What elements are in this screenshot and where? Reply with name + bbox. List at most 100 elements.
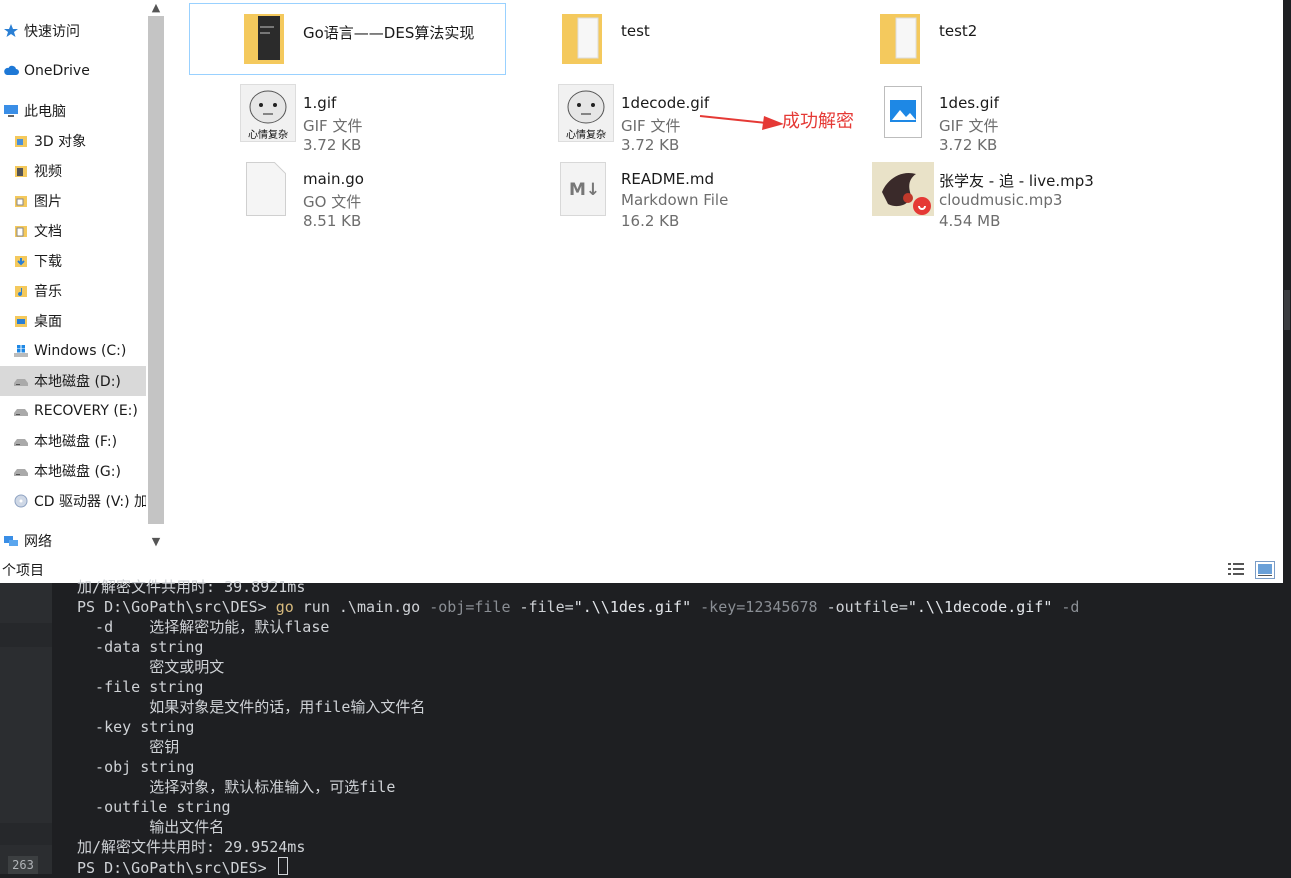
file-item-readme-md[interactable]: M↓ README.md Markdown File 16.2 KB [508,152,823,230]
file-type: GIF 文件 [621,117,681,135]
file-name: test2 [939,22,978,40]
nav-videos[interactable]: 视频 [0,156,146,186]
nav-music[interactable]: 音乐 [0,276,146,306]
command-keyword: go [275,598,294,616]
terminal-prompt: PS D:\GoPath\src\DES> [77,598,276,616]
command-text: run .\main.go [293,598,430,616]
file-name: 1des.gif [939,94,999,112]
terminal-gutter: 263 [0,583,52,874]
file-name: test [621,22,650,40]
file-size: 4.54 MB [939,212,1001,230]
terminal-line: -obj string [77,758,195,776]
windows-drive-icon [14,345,28,357]
line-number-badge: 263 [8,856,38,874]
nav-desktop[interactable]: 桌面 [0,306,146,336]
file-item-main-go[interactable]: main.go GO 文件 8.51 KB [190,152,505,230]
file-type: cloudmusic.mp3 [939,191,1063,209]
picture-folder-icon [15,196,27,207]
nav-drive-c[interactable]: Windows (C:) [0,336,146,366]
file-item-1-gif[interactable]: 心情复杂 1.gif GIF 文件 3.72 KB [190,76,505,154]
terminal-line: 密文或明文 [77,658,225,676]
terminal-command-line: PS D:\GoPath\src\DES> go run .\main.go -… [77,597,1079,617]
nav-label: 音乐 [34,284,62,300]
music-folder-icon [15,286,27,297]
folder-icon [244,14,284,64]
chevron-up-icon[interactable]: ▲ [148,0,164,16]
nav-label: CD 驱动器 (V:) 加 [34,494,146,510]
star-icon [4,24,18,37]
file-item-mp3[interactable]: 张学友 - 追 - live.mp3 cloudmusic.mp3 4.54 M… [826,152,1141,230]
file-item-1des-gif[interactable]: 1des.gif GIF 文件 3.72 KB [826,76,1141,154]
terminal-prompt-line[interactable]: PS D:\GoPath\src\DES> [77,857,288,877]
nav-onedrive[interactable]: OneDrive [0,56,146,86]
nav-label: 本地磁盘 (G:) [34,464,121,480]
nav-this-pc[interactable]: 此电脑 [0,96,146,126]
nav-drive-f[interactable]: 本地磁盘 (F:) [0,426,146,456]
terminal-line: -d 选择解密功能，默认flase [77,618,330,636]
file-size: 8.51 KB [303,212,362,230]
drive-icon [14,409,28,416]
drive-icon [14,379,28,386]
file-type: Markdown File [621,191,729,209]
drive-icon [14,439,28,446]
nav-label: OneDrive [24,63,90,79]
nav-documents[interactable]: 文档 [0,216,146,246]
terminal-line: 密钥 [77,738,180,756]
navigation-pane: 快速访问 OneDrive 此电脑 3D 对象 视频 图片 文档 下载 音乐 桌… [0,0,146,556]
nav-label: 桌面 [34,314,62,330]
details-view-icon[interactable] [1227,561,1245,577]
tiles-view-icon[interactable] [1255,561,1275,579]
file-list: Go语言——DES算法实现 test test2 心情复杂 1.gif GIF … [166,0,1283,556]
nav-label: 快速访问 [24,24,80,40]
terminal-line: -file string [77,678,204,696]
file-name: Go语言——DES算法实现 [303,24,475,42]
meme-caption: 心情复杂 [248,130,288,141]
file-name: main.go [303,170,364,188]
file-type: GO 文件 [303,193,362,211]
nav-3d-objects[interactable]: 3D 对象 [0,126,146,156]
file-item-folder-test2[interactable]: test2 [826,4,1141,74]
scrollbar-thumb[interactable] [148,16,164,524]
nav-network[interactable]: 网络 [0,526,146,556]
command-arg: -key=12345678 [691,598,818,616]
chevron-down-icon[interactable]: ▼ [148,534,164,550]
command-text: -file= [510,598,574,616]
terminal-line: 加/解密文件共用时: 39.8921ms [77,578,306,596]
nav-quick-access[interactable]: 快速访问 [0,16,146,46]
terminal-line: 选择对象，默认标准输入，可选file [77,778,396,796]
nav-scrollbar[interactable]: ▲ ▼ [146,0,166,556]
desktop-folder-icon [15,316,27,327]
nav-drive-d[interactable]: 本地磁盘 (D:) [0,366,146,396]
nav-drive-v[interactable]: CD 驱动器 (V:) 加 [0,486,146,516]
terminal-line: -outfile string [77,798,231,816]
meme-thumbnail-icon: 心情复杂 [558,84,614,142]
nav-label: 本地磁盘 (F:) [34,434,118,450]
nav-drive-g[interactable]: 本地磁盘 (G:) [0,456,146,486]
nav-pictures[interactable]: 图片 [0,186,146,216]
command-string: ".\\1decode.gif" [907,598,1053,616]
document-folder-icon [15,226,27,237]
file-item-folder-go-des[interactable]: Go语言——DES算法实现 [189,3,506,75]
file-name: 1.gif [303,94,337,112]
nav-downloads[interactable]: 下载 [0,246,146,276]
nav-label: Windows (C:) [34,343,127,359]
markdown-file-icon: M↓ [560,162,606,216]
file-item-folder-test[interactable]: test [508,4,823,74]
nav-label: 图片 [34,194,62,210]
terminal-panel[interactable]: 263 加/解密文件共用时: 39.8921ms PS D:\GoPath\sr… [0,578,1291,877]
blank-file-icon [246,162,286,216]
terminal-line: 加/解密文件共用时: 29.9524ms [77,838,306,856]
nav-label: 此电脑 [24,104,66,120]
annotation-arrow-icon [699,115,784,130]
command-arg: -d [1052,598,1080,616]
image-file-icon [884,86,922,138]
music-album-icon [872,162,934,216]
nav-label: RECOVERY (E:) [34,403,138,419]
nav-drive-e[interactable]: RECOVERY (E:) [0,396,146,426]
file-type: GIF 文件 [303,117,363,135]
nav-label: 网络 [24,534,52,550]
meme-caption: 心情复杂 [566,130,606,141]
file-explorer-window: 快速访问 OneDrive 此电脑 3D 对象 视频 图片 文档 下载 音乐 桌… [0,0,1283,583]
folder-icon [880,14,920,64]
video-folder-icon [15,166,27,177]
